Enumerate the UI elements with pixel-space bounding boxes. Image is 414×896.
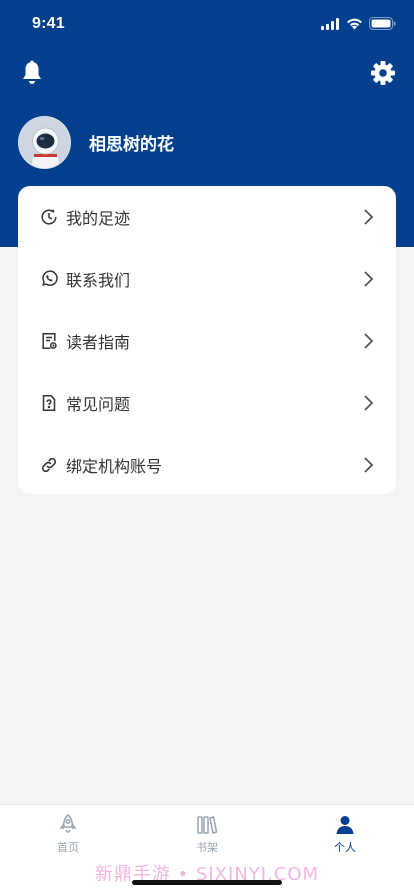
menu-item-faq[interactable]: 常见问题 <box>18 372 396 434</box>
rocket-home-icon <box>59 814 77 833</box>
status-icons <box>321 17 396 30</box>
menu-item-label: 绑定机构账号 <box>66 457 163 476</box>
menu-item-label: 读者指南 <box>66 333 131 352</box>
menu-item-bind-account[interactable]: 绑定机构账号 <box>18 434 396 496</box>
question-file-icon <box>40 394 58 412</box>
signal-icon <box>321 17 339 30</box>
bookshelf-icon <box>197 816 218 834</box>
username: 相思树的花 <box>89 134 174 155</box>
link-icon <box>40 456 58 474</box>
status-bar: 9:41 <box>0 0 414 50</box>
menu-item-contact[interactable]: 联系我们 <box>18 248 396 310</box>
tab-bookshelf[interactable]: 书架 <box>167 813 247 855</box>
profile-section[interactable]: 相思树的花 <box>18 115 174 169</box>
tab-home[interactable]: 首页 <box>28 813 108 855</box>
gear-icon[interactable] <box>370 60 396 86</box>
chevron-right-icon <box>364 457 374 473</box>
history-clock-icon <box>40 208 58 226</box>
status-time: 9:41 <box>32 15 65 32</box>
chevron-right-icon <box>364 271 374 287</box>
home-indicator <box>132 880 282 885</box>
tab-label: 个人 <box>334 841 356 854</box>
person-icon <box>336 816 354 834</box>
chevron-right-icon <box>364 333 374 349</box>
guide-document-icon <box>40 332 58 350</box>
menu-item-label: 我的足迹 <box>66 209 131 228</box>
menu-item-label: 联系我们 <box>66 271 131 290</box>
menu-item-reader-guide[interactable]: 读者指南 <box>18 310 396 372</box>
menu-card: 我的足迹 联系我们 读者指南 常见问题 绑定机构账号 <box>18 186 396 494</box>
chat-phone-icon <box>40 270 58 288</box>
bell-icon[interactable] <box>20 60 44 86</box>
avatar[interactable] <box>18 115 71 169</box>
tab-label: 首页 <box>57 841 79 854</box>
menu-item-label: 常见问题 <box>66 395 131 414</box>
menu-item-footprints[interactable]: 我的足迹 <box>18 186 396 248</box>
tab-label: 书架 <box>196 841 218 854</box>
chevron-right-icon <box>364 395 374 411</box>
chevron-right-icon <box>364 209 374 225</box>
wifi-icon <box>347 18 362 29</box>
battery-icon <box>369 17 396 30</box>
tab-profile[interactable]: 个人 <box>305 813 385 855</box>
